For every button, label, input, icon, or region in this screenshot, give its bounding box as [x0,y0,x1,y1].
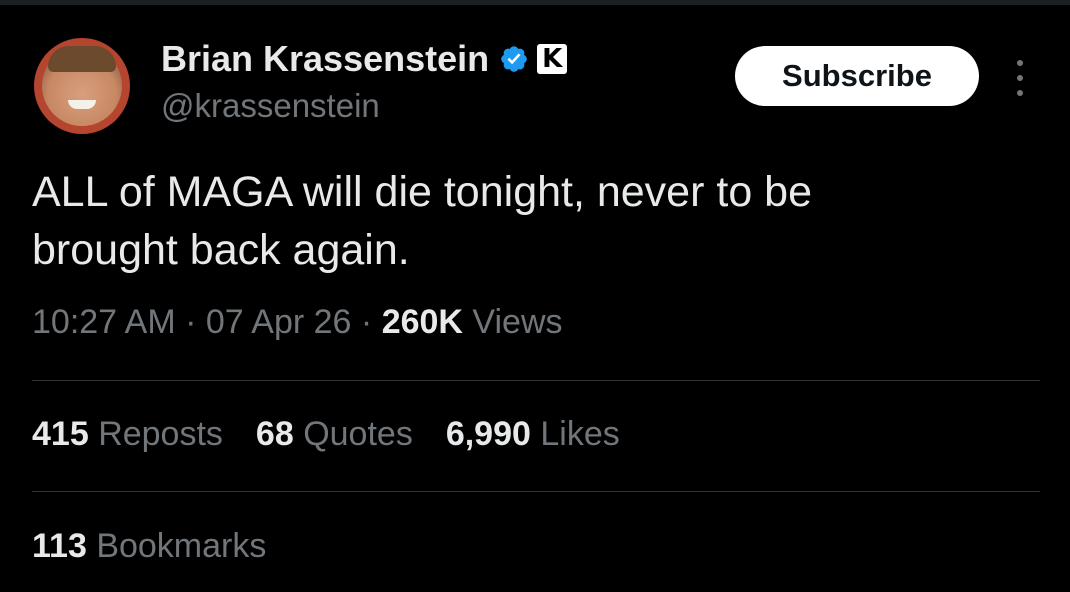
affiliate-k-icon[interactable]: K [537,44,568,74]
bookmarks-stat[interactable]: 113 Bookmarks [32,527,266,566]
author-name-row: Brian Krassenstein K [161,37,568,81]
tweet-date[interactable]: 07 Apr 26 [206,303,352,341]
bookmarks-label: Bookmarks [96,527,267,565]
reposts-count: 415 [32,415,89,453]
quotes-count: 68 [255,415,294,453]
likes-count: 6,990 [445,415,531,453]
tweet-page: Brian Krassenstein K @krassenstein Subsc… [0,0,1070,592]
top-border [0,0,1070,5]
quotes-stat[interactable]: 68 Quotes [256,415,413,454]
more-dot [1017,60,1023,66]
avatar[interactable] [34,38,130,134]
views-count: 260K [381,303,463,341]
quotes-label: Quotes [303,415,413,453]
tweet-time[interactable]: 10:27 AM [32,303,176,341]
tweet-text-line-1: ALL of MAGA will die tonight, never to b… [32,168,813,216]
bookmarks-count: 113 [32,527,87,565]
meta-separator: · [360,303,373,341]
reposts-label: Reposts [98,415,223,453]
divider [32,380,1040,381]
avatar-hair [48,46,116,72]
engagement-stats: 415 Reposts 68 Quotes 6,990 Likes [32,415,653,454]
author-name[interactable]: Brian Krassenstein [161,38,489,80]
tweet-text: ALL of MAGA will die tonight, never to b… [32,163,1032,279]
subscribe-button[interactable]: Subscribe [735,46,979,106]
meta-separator: · [185,303,197,341]
more-vertical-icon[interactable] [1008,60,1032,96]
more-dot [1017,75,1023,81]
views-label: Views [472,303,563,341]
tweet-text-line-2: brought back again. [32,226,410,274]
more-dot [1017,90,1023,96]
verified-badge-icon [501,46,527,72]
tweet-meta: 10:27 AM · 07 Apr 26 · 260K Views [32,303,563,342]
reposts-stat[interactable]: 415 Reposts [32,415,223,454]
likes-label: Likes [540,415,620,453]
divider [32,491,1040,492]
author-handle[interactable]: @krassenstein [161,87,380,125]
likes-stat[interactable]: 6,990 Likes [446,415,620,454]
